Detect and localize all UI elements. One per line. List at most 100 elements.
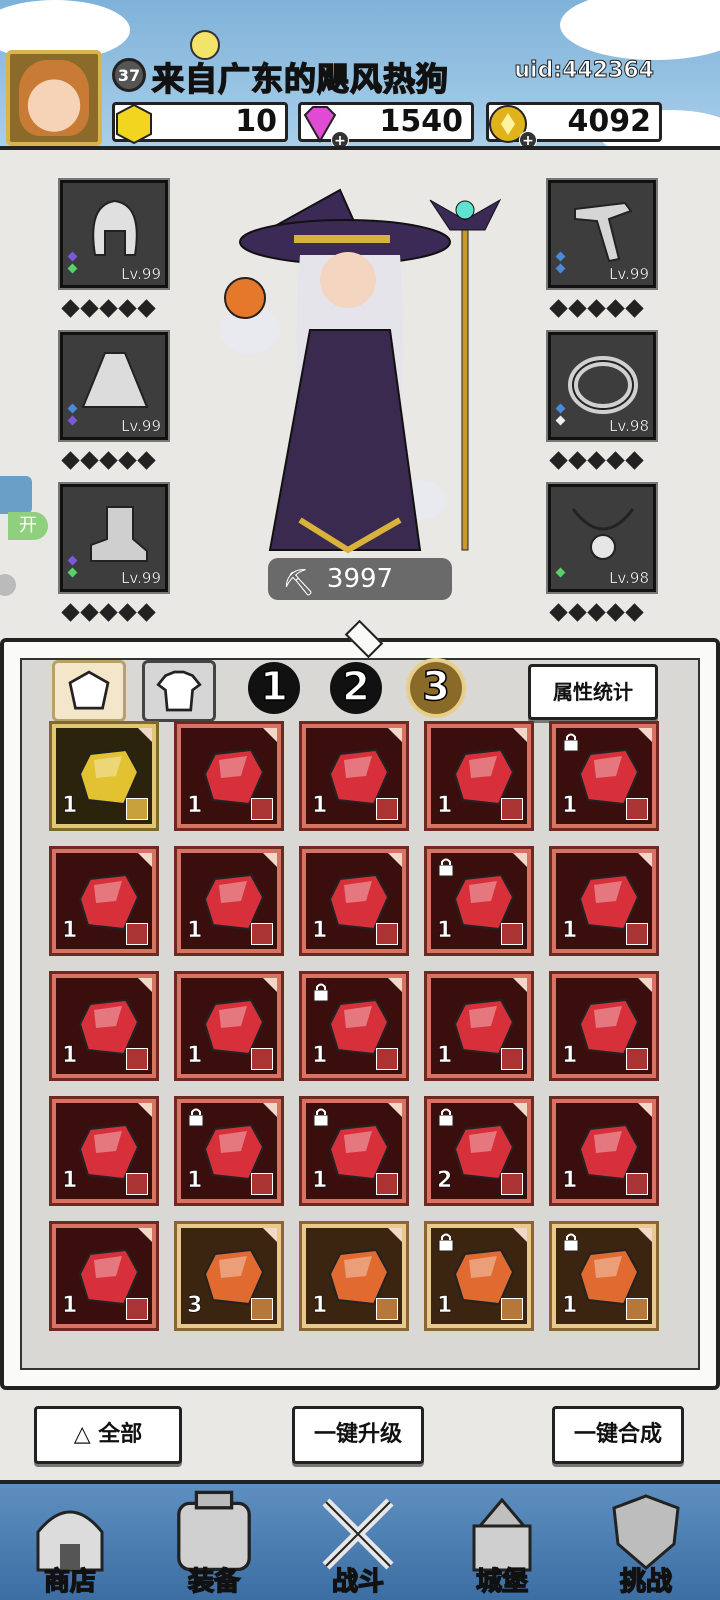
inventory-slot[interactable]: 1 bbox=[177, 724, 281, 828]
inventory-slot[interactable]: 1 bbox=[177, 849, 281, 953]
page-tab-3[interactable]: 3 bbox=[410, 662, 462, 714]
weapon-type-icon bbox=[126, 1048, 148, 1070]
inventory-slot[interactable]: 1 bbox=[427, 849, 531, 953]
necklace-type-icon bbox=[501, 1173, 523, 1195]
inventory-slot[interactable]: 2 bbox=[427, 1099, 531, 1203]
item-count: 1 bbox=[562, 918, 578, 944]
inventory-slot[interactable]: 1 bbox=[302, 1099, 406, 1203]
page-tab-2[interactable]: 2 bbox=[330, 662, 382, 714]
inventory-slot[interactable]: 1 bbox=[552, 974, 656, 1078]
inventory-slot[interactable]: 1 bbox=[177, 974, 281, 1078]
weapon-type-icon bbox=[626, 923, 648, 945]
nav-shop[interactable]: 商店 bbox=[0, 1484, 140, 1600]
inventory-slot[interactable]: 1 bbox=[552, 724, 656, 828]
inventory-slot[interactable]: 1 bbox=[52, 724, 156, 828]
nav-label: 战斗 bbox=[331, 1566, 384, 1597]
pickaxe-icon: ⛏ bbox=[282, 568, 316, 598]
equip-level: Lv.99 bbox=[609, 265, 649, 283]
cape-icon bbox=[81, 352, 149, 408]
slot-corner bbox=[263, 978, 277, 992]
equip-slot-cape[interactable]: Lv.99 bbox=[60, 332, 168, 440]
equip-slot-weapon[interactable]: Lv.99 bbox=[548, 180, 656, 288]
cape-type-icon bbox=[501, 798, 523, 820]
nav-equipment[interactable]: 装备 bbox=[144, 1484, 284, 1600]
cape-type-icon bbox=[501, 1298, 523, 1320]
page-tab-1[interactable]: 1 bbox=[248, 662, 300, 714]
inventory-slot[interactable]: 1 bbox=[427, 724, 531, 828]
inventory-slot[interactable]: 1 bbox=[52, 849, 156, 953]
shirt-tab-icon bbox=[156, 670, 202, 712]
equip-level: Lv.99 bbox=[121, 265, 161, 283]
inventory-slot[interactable]: 1 bbox=[302, 849, 406, 953]
ring-icon bbox=[568, 356, 638, 414]
inventory-slot[interactable]: 1 bbox=[552, 1099, 656, 1203]
nav-castle[interactable]: 城堡 bbox=[432, 1484, 572, 1600]
inventory-slot[interactable]: 1 bbox=[52, 1224, 156, 1328]
crossed-swords-icon bbox=[322, 1498, 394, 1570]
star-slots bbox=[549, 603, 644, 622]
nav-challenge[interactable]: 挑战 bbox=[576, 1484, 716, 1600]
item-count: 1 bbox=[437, 793, 453, 819]
item-count: 1 bbox=[187, 1168, 203, 1194]
slot-corner bbox=[513, 978, 527, 992]
item-count: 1 bbox=[437, 1043, 453, 1069]
necklace-type-icon bbox=[126, 1298, 148, 1320]
inventory-slot[interactable]: 3 bbox=[177, 1224, 281, 1328]
player-avatar[interactable] bbox=[6, 50, 102, 146]
nav-label: 商店 bbox=[43, 1566, 96, 1597]
inventory-slot[interactable]: 1 bbox=[552, 849, 656, 953]
inventory-slot[interactable]: 1 bbox=[427, 1224, 531, 1328]
add-coin-button[interactable]: + bbox=[519, 131, 537, 146]
bottom-nav: 商店 装备 战斗 城堡 挑战 bbox=[0, 1480, 720, 1600]
attribute-stats-button[interactable]: 属性统计 bbox=[528, 664, 658, 720]
slot-corner bbox=[638, 728, 652, 742]
add-diamond-button[interactable]: + bbox=[331, 131, 349, 146]
slot-corner bbox=[263, 1103, 277, 1117]
slot-corner bbox=[388, 853, 402, 867]
item-count: 1 bbox=[437, 918, 453, 944]
combat-power-value: 3997 bbox=[326, 564, 394, 594]
ring-type-icon bbox=[501, 1048, 523, 1070]
castle-icon bbox=[472, 1497, 532, 1572]
boots-type-icon bbox=[251, 923, 273, 945]
side-arrow-button[interactable] bbox=[0, 574, 16, 596]
inventory-slot[interactable]: 1 bbox=[302, 974, 406, 1078]
player-uid: uid:442364 bbox=[514, 58, 655, 84]
equip-slot-ring[interactable]: Lv.98 bbox=[548, 332, 656, 440]
diamond-value: 1540 bbox=[379, 104, 464, 139]
star-slots bbox=[549, 299, 644, 318]
cape-type-icon bbox=[251, 798, 273, 820]
item-count: 1 bbox=[62, 793, 78, 819]
nav-battle[interactable]: 战斗 bbox=[288, 1484, 428, 1600]
equip-slot-necklace[interactable]: Lv.98 bbox=[548, 484, 656, 592]
slot-corner bbox=[638, 1228, 652, 1242]
gold-gem-value: 10 bbox=[235, 104, 277, 139]
inventory-slot[interactable]: 1 bbox=[552, 1224, 656, 1328]
inventory-slot[interactable]: 1 bbox=[302, 1224, 406, 1328]
equip-slot-helmet[interactable]: Lv.99 bbox=[60, 180, 168, 288]
top-bar: 37 来自广东的飓风热狗 uid:442364 10 + 1540 + 4092 bbox=[0, 0, 720, 150]
shop-icon bbox=[36, 1510, 104, 1572]
one-click-combine-button[interactable]: 一键合成 bbox=[552, 1406, 684, 1464]
item-count: 1 bbox=[312, 918, 328, 944]
equip-slot-boots[interactable]: Lv.99 bbox=[60, 484, 168, 592]
slot-corner bbox=[138, 728, 152, 742]
side-menu-handle[interactable] bbox=[0, 476, 32, 514]
inventory-slot[interactable]: 1 bbox=[302, 724, 406, 828]
slot-corner bbox=[513, 853, 527, 867]
one-click-upgrade-button[interactable]: 一键升级 bbox=[292, 1406, 424, 1464]
inventory-slot[interactable]: 1 bbox=[177, 1099, 281, 1203]
tab-gems[interactable] bbox=[52, 660, 126, 722]
side-open-button[interactable]: 开 bbox=[8, 512, 48, 540]
inventory-slot[interactable]: 1 bbox=[52, 1099, 156, 1203]
shield-icon bbox=[612, 1494, 680, 1570]
panel-notch bbox=[344, 619, 384, 659]
equip-level: Lv.98 bbox=[609, 569, 649, 587]
slot-corner bbox=[388, 978, 402, 992]
inventory-slot[interactable]: 1 bbox=[427, 974, 531, 1078]
filter-all-button[interactable]: △ 全部 bbox=[34, 1406, 182, 1464]
tab-outfit[interactable] bbox=[142, 660, 216, 722]
item-count: 1 bbox=[187, 1043, 203, 1069]
inventory-slot[interactable]: 1 bbox=[52, 974, 156, 1078]
ring-type-icon bbox=[626, 1048, 648, 1070]
